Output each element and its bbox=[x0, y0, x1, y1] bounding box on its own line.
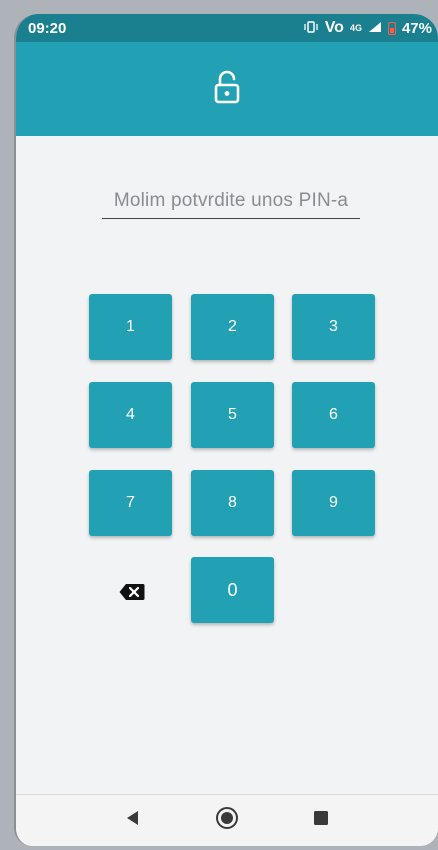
key-0[interactable]: 0 bbox=[191, 557, 274, 623]
recents-icon bbox=[314, 811, 328, 830]
pin-input[interactable]: Molim potvrdite unos PIN-a bbox=[102, 190, 360, 219]
key-8[interactable]: 8 bbox=[191, 470, 274, 536]
key-6[interactable]: 6 bbox=[292, 382, 375, 448]
key-3[interactable]: 3 bbox=[292, 294, 375, 360]
navigation-bar bbox=[16, 794, 438, 846]
device-frame: 09:20 Vo 4G 47% Molim potvrdite unos PIN… bbox=[0, 0, 438, 850]
status-icons: Vo 4G 47% bbox=[303, 19, 432, 37]
status-bar: 09:20 Vo 4G 47% bbox=[16, 14, 438, 42]
key-2[interactable]: 2 bbox=[191, 294, 274, 360]
phone-screen: 09:20 Vo 4G 47% Molim potvrdite unos PIN… bbox=[14, 14, 438, 846]
key-9[interactable]: 9 bbox=[292, 470, 375, 536]
battery-level: 47% bbox=[401, 19, 432, 37]
battery-icon bbox=[387, 21, 396, 35]
volte-icon: Vo bbox=[324, 19, 344, 36]
app-header bbox=[16, 42, 438, 136]
key-4[interactable]: 4 bbox=[89, 382, 172, 448]
key-5[interactable]: 5 bbox=[191, 382, 274, 448]
back-icon bbox=[125, 810, 141, 831]
nav-home-button[interactable] bbox=[207, 801, 247, 841]
home-icon bbox=[215, 806, 239, 835]
nav-back-button[interactable] bbox=[113, 801, 153, 841]
unlock-icon bbox=[214, 70, 240, 109]
backspace-icon bbox=[119, 583, 145, 606]
network-type: 4G bbox=[349, 23, 362, 33]
backspace-button[interactable] bbox=[116, 581, 148, 607]
nav-recents-button[interactable] bbox=[301, 801, 341, 841]
key-1[interactable]: 1 bbox=[89, 294, 172, 360]
key-7[interactable]: 7 bbox=[89, 470, 172, 536]
signal-icon bbox=[368, 20, 382, 37]
vibrate-icon bbox=[303, 20, 319, 36]
status-time: 09:20 bbox=[28, 19, 67, 37]
